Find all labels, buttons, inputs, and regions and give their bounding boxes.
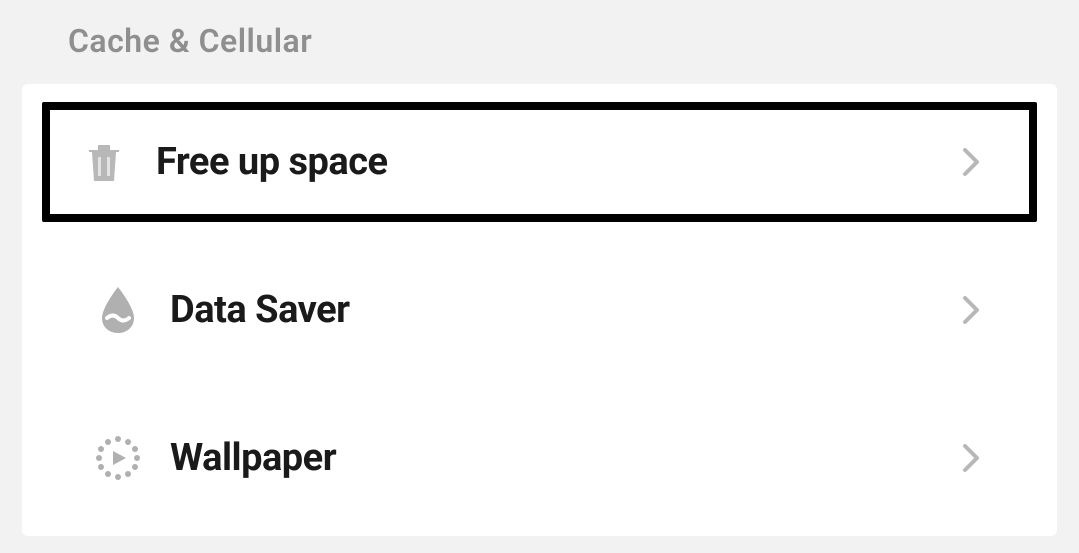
menu-item-label: Data Saver bbox=[170, 288, 957, 332]
droplet-icon bbox=[94, 286, 142, 334]
section-header: Cache & Cellular bbox=[0, 0, 1079, 84]
chevron-right-icon bbox=[957, 296, 985, 324]
spacer bbox=[22, 222, 1057, 250]
menu-item-label: Free up space bbox=[156, 140, 957, 184]
spacer bbox=[22, 370, 1057, 398]
menu-item-free-up-space[interactable]: Free up space bbox=[42, 102, 1037, 222]
play-dotted-icon bbox=[94, 434, 142, 482]
menu-item-data-saver[interactable]: Data Saver bbox=[42, 250, 1037, 370]
trash-icon bbox=[80, 138, 128, 186]
settings-card: Free up space Data Saver bbox=[22, 84, 1057, 536]
chevron-right-icon bbox=[957, 444, 985, 472]
chevron-right-icon bbox=[957, 148, 985, 176]
menu-item-label: Wallpaper bbox=[170, 436, 957, 480]
menu-item-wallpaper[interactable]: Wallpaper bbox=[42, 398, 1037, 518]
